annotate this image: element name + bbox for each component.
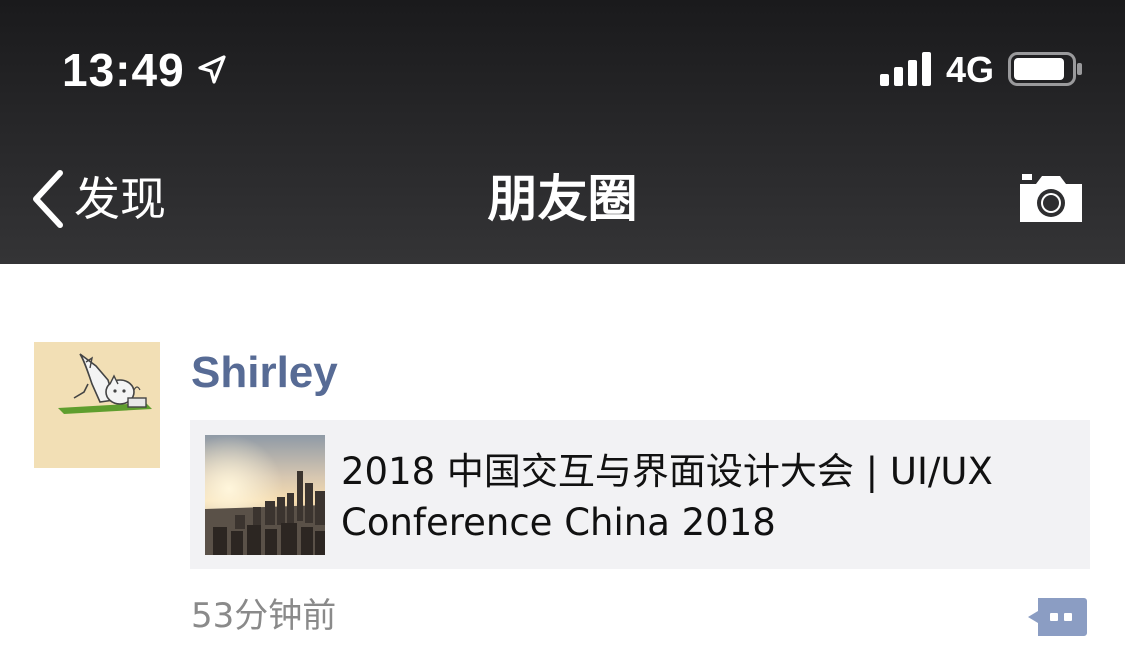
top-bar: 13:49 4G 发现 朋友圈 <box>0 0 1125 264</box>
location-arrow-icon <box>198 55 226 84</box>
post-timestamp: 53分钟前 <box>191 596 337 636</box>
shared-link-card[interactable]: 2018 中国交互与界面设计大会 | UI/UX Conference Chin… <box>190 420 1090 569</box>
back-button[interactable]: 发现 <box>28 164 166 234</box>
camera-icon[interactable] <box>1016 170 1086 226</box>
chevron-left-icon <box>33 170 63 228</box>
city-skyline-thumbnail <box>205 435 325 555</box>
network-type: 4G <box>946 49 995 90</box>
avatar[interactable] <box>34 342 160 468</box>
page-title: 朋友圈 <box>487 170 638 228</box>
shared-link-title: 2018 中国交互与界面设计大会 | UI/UX Conference Chin… <box>341 450 993 544</box>
status-time: 13:49 <box>62 44 185 96</box>
post-author-name[interactable]: Shirley <box>191 346 338 400</box>
comment-dots-icon[interactable] <box>1026 596 1088 638</box>
signal-bars-icon <box>880 52 931 86</box>
battery-icon <box>1008 52 1082 86</box>
back-label: 发现 <box>74 172 166 226</box>
avatar-illustration <box>34 342 160 468</box>
